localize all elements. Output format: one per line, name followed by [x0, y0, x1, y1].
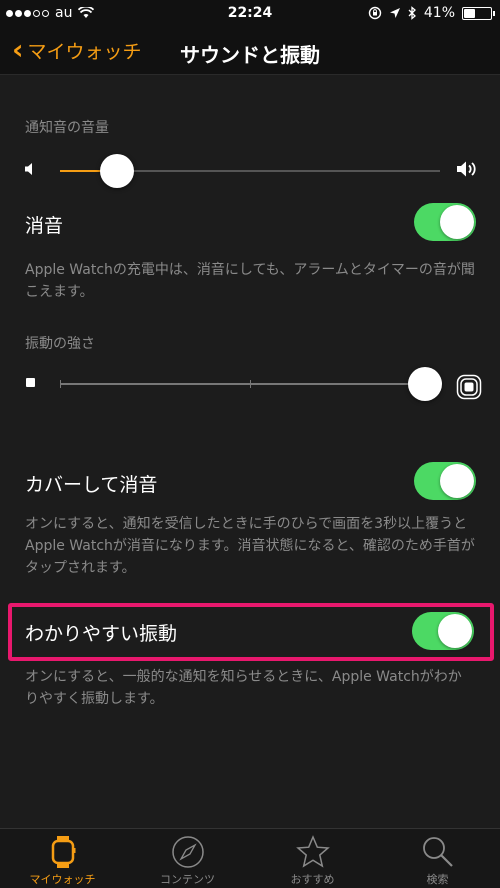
mute-label: 消音: [25, 215, 64, 237]
tab-contents[interactable]: コンテンツ: [125, 829, 250, 888]
watch-icon: [51, 836, 75, 868]
haptic-weak-icon: [26, 378, 35, 387]
navigation-bar: ‹ マイウォッチ サウンドと振動: [0, 28, 500, 75]
volume-slider[interactable]: [60, 154, 440, 188]
slider-tick: [60, 380, 61, 388]
tab-featured[interactable]: おすすめ: [250, 829, 375, 888]
battery-level: [464, 8, 475, 18]
compass-icon: [171, 836, 204, 868]
page-title: サウンドと振動: [180, 43, 320, 67]
battery-icon: [462, 6, 495, 20]
bluetooth-icon: [408, 6, 416, 20]
tab-label: マイウォッチ: [29, 873, 96, 886]
star-icon: [295, 835, 330, 868]
tab-my-watch[interactable]: マイウォッチ: [0, 829, 125, 888]
search-icon: [422, 837, 453, 867]
rotation-lock-icon: [368, 6, 382, 20]
cover-to-mute-footer: オンにすると、通知を受信したときに手のひらで画面を3秒以上覆うとApple Wa…: [25, 516, 475, 576]
tab-search[interactable]: 検索: [375, 829, 500, 888]
cover-to-mute-label: カバーして消音: [25, 474, 158, 496]
battery-percent: 41%: [423, 5, 455, 21]
prominent-haptic-footer: オンにすると、一般的な通知を知らせるときに、Apple Watchがわかりやすく…: [25, 669, 462, 707]
mute-footer: Apple Watchの充電中は、消音にしても、アラームとタイマーの音が聞こえま…: [25, 262, 475, 300]
tab-label: 検索: [426, 873, 449, 886]
notification-volume-header: 通知音の音量: [25, 120, 109, 136]
cover-to-mute-toggle-knob: [440, 464, 474, 498]
mute-toggle[interactable]: [414, 203, 476, 241]
haptic-strong-icon: [456, 374, 482, 400]
speaker-low-icon: [25, 163, 32, 175]
mute-toggle-knob: [440, 205, 474, 239]
prominent-haptic-label: わかりやすい振動: [25, 623, 178, 645]
cover-to-mute-toggle[interactable]: [414, 462, 476, 500]
slider-tick: [250, 380, 251, 388]
location-arrow-icon: [389, 8, 400, 18]
tab-bar: マイウォッチ コンテンツ おすすめ 検索: [0, 828, 500, 888]
tab-label: おすすめ: [290, 873, 335, 886]
status-bar: au 22:24 41%: [0, 0, 500, 28]
volume-slider-knob[interactable]: [100, 154, 134, 188]
prominent-haptic-toggle-knob: [438, 614, 472, 648]
haptic-strength-slider[interactable]: [60, 367, 442, 401]
haptic-strength-slider-knob[interactable]: [407, 367, 442, 401]
tab-label: コンテンツ: [160, 873, 215, 886]
speaker-high-icon: [457, 161, 476, 177]
haptic-strength-header: 振動の強さ: [25, 336, 95, 352]
status-right: 41%: [368, 5, 495, 21]
prominent-haptic-toggle[interactable]: [412, 612, 474, 650]
